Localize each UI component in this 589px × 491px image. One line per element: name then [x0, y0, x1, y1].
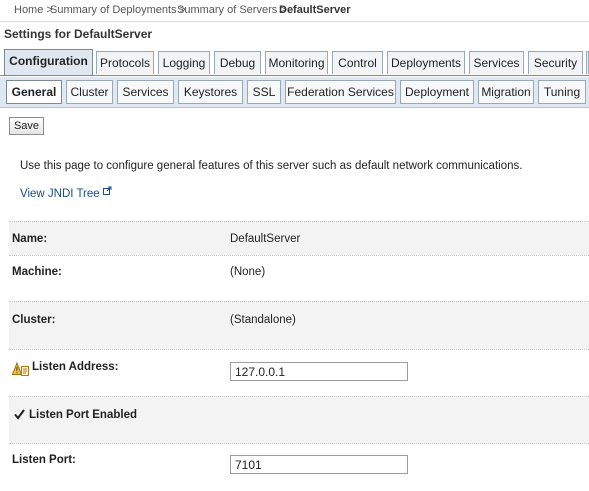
cluster-row: Cluster: (Standalone) — [9, 301, 589, 349]
listen-address-input[interactable] — [230, 362, 408, 381]
breadcrumb-home[interactable]: Home > — [14, 4, 53, 16]
listen-address-row: Listen Address: — [9, 349, 589, 396]
subtab-migration[interactable]: Migration — [478, 80, 534, 104]
breadcrumb-servers[interactable]: Summary of Servers > — [177, 4, 287, 16]
listen-port-enabled-label: Listen Port Enabled — [29, 409, 137, 421]
subtab-general[interactable]: General — [6, 80, 62, 104]
tab-configuration[interactable]: Configuration — [4, 49, 93, 75]
warning-icon — [12, 362, 29, 376]
machine-label: Machine: — [12, 266, 62, 278]
tab-bar-divider — [0, 75, 589, 76]
tab-control[interactable]: Control — [332, 51, 383, 74]
machine-row: Machine: (None) — [9, 255, 589, 301]
subtab-federation-services[interactable]: Federation Services — [285, 80, 396, 104]
subtab-cluster[interactable]: Cluster — [66, 80, 113, 104]
primary-tab-bar: Configuration Protocols Logging Debug Mo… — [0, 47, 589, 76]
subtab-deployment[interactable]: Deployment — [400, 80, 474, 104]
name-label: Name: — [12, 233, 48, 245]
tab-monitoring[interactable]: Monitoring — [265, 51, 328, 74]
name-row: Name: DefaultServer — [9, 221, 589, 255]
subtab-ssl[interactable]: SSL — [247, 80, 281, 104]
tab-logging[interactable]: Logging — [158, 51, 210, 74]
listen-address-label: Listen Address: — [32, 361, 119, 373]
secondary-tab-bar: General Cluster Services Keystores SSL F… — [0, 77, 589, 108]
breadcrumb-current: DefaultServer — [279, 4, 351, 16]
tab-protocols[interactable]: Protocols — [96, 51, 154, 74]
listen-port-label: Listen Port: — [12, 454, 76, 466]
breadcrumb-deployments[interactable]: Summary of Deployments > — [50, 4, 186, 16]
view-jndi-tree-link[interactable]: View JNDI Tree — [20, 188, 100, 200]
name-value: DefaultServer — [230, 233, 301, 245]
save-button[interactable]: Save — [9, 117, 44, 135]
cluster-label: Cluster: — [12, 314, 56, 326]
cluster-value: (Standalone) — [230, 314, 296, 326]
external-link-icon[interactable] — [103, 186, 112, 195]
tab-security[interactable]: Security — [528, 51, 583, 74]
listen-port-enabled-row: Listen Port Enabled — [9, 396, 589, 443]
tab-deployments[interactable]: Deployments — [387, 51, 465, 74]
machine-value: (None) — [230, 266, 266, 278]
tab-services[interactable]: Services — [469, 51, 524, 74]
page-title: Settings for DefaultServer — [4, 27, 153, 41]
subtab-tuning[interactable]: Tuning — [538, 80, 586, 104]
breadcrumb: Home > Summary of Deployments > Summary … — [0, 0, 589, 22]
subtab-services[interactable]: Services — [117, 80, 174, 104]
page-description: Use this page to configure general featu… — [20, 160, 523, 172]
listen-port-input[interactable] — [230, 455, 408, 474]
listen-port-enabled-checkbox-icon[interactable] — [14, 409, 25, 420]
subtab-keystores[interactable]: Keystores — [178, 80, 243, 104]
tab-debug[interactable]: Debug — [214, 51, 261, 74]
listen-port-row: Listen Port: — [9, 443, 589, 491]
